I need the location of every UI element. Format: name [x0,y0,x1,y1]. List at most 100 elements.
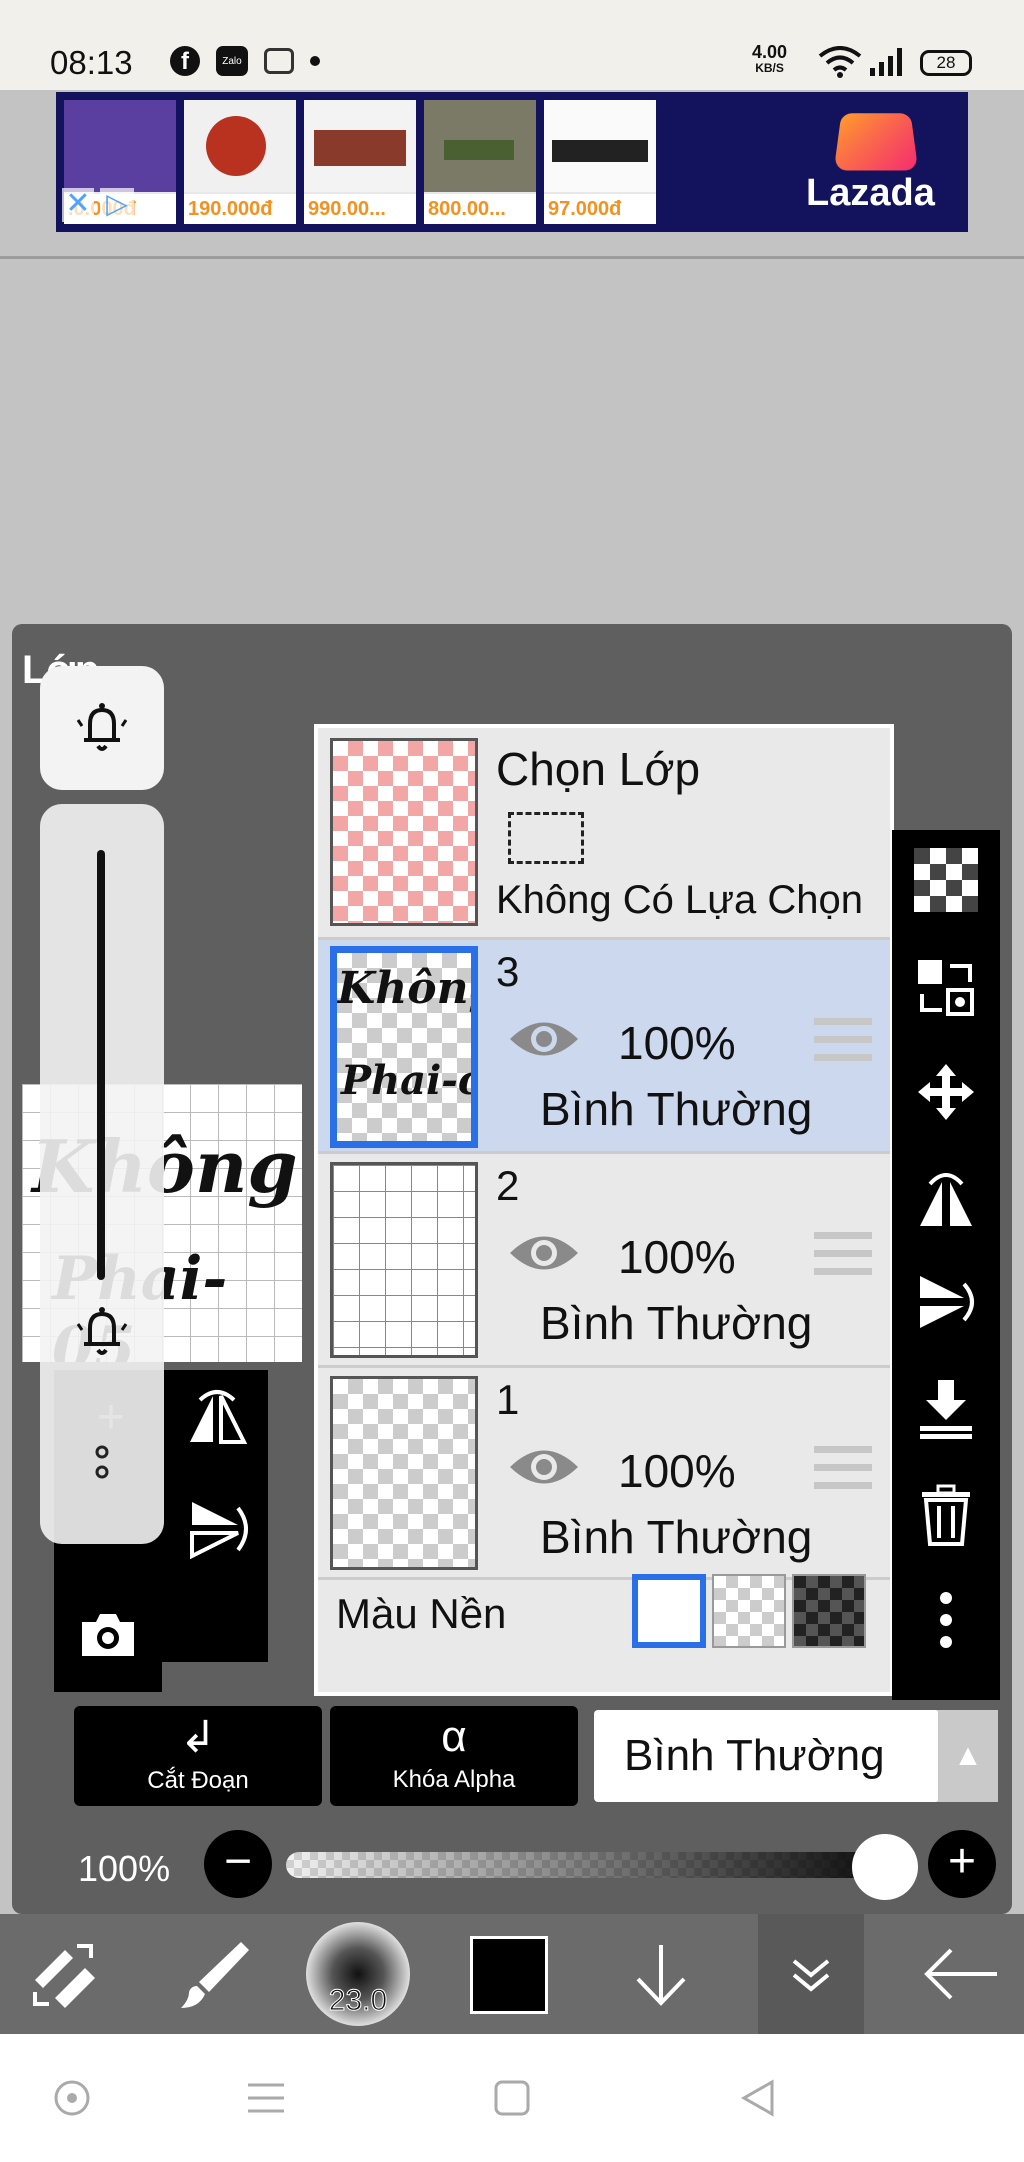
alpha-lock-button[interactable]: α Khóa Alpha [330,1706,578,1806]
background-light-checker-option[interactable] [712,1574,786,1648]
merge-down-icon [920,1380,972,1439]
notification-bell-button[interactable] [40,666,164,790]
menu-icon [248,2083,284,2113]
notification-volume-slider[interactable] [40,804,164,1544]
nav-assistant-button[interactable] [42,2072,102,2124]
flip-vertical-button[interactable] [892,1262,1000,1342]
eye-icon[interactable] [508,1016,580,1062]
arrow-left-icon [924,1948,997,2000]
more-icon[interactable] [40,1444,164,1484]
drag-handle-icon[interactable] [814,1018,872,1062]
layer-blend-mode: Bình Thường [540,1083,813,1135]
transform-layer-icon [918,960,974,1016]
layer-thumbnail [330,1162,478,1358]
bell-icon [40,1304,164,1371]
merge-down-button[interactable] [892,1368,1000,1448]
delete-layer-button[interactable] [892,1474,1000,1554]
slider-track[interactable] [97,850,105,1280]
layer-number: 3 [496,948,520,995]
nav-home-button[interactable] [482,2072,542,2124]
zalo-icon: Zalo [216,46,248,76]
ad-price: 990.00... [304,194,416,224]
blend-mode-arrow-icon[interactable]: ▲ [938,1710,998,1802]
notification-icon [264,48,294,74]
layer-row-1[interactable]: 1 100% Bình Thường [318,1368,890,1580]
flip-horizontal-button[interactable] [892,1158,1000,1238]
background-white-option[interactable] [632,1574,706,1648]
ad-banner[interactable]: .0.000đ 190.000đ 990.00... 800.00... 97.… [56,92,968,232]
more-options-button[interactable] [892,1580,1000,1660]
opacity-value-label: 100% [78,1848,171,1889]
layer-tools-toolbar [892,830,1000,1700]
back-button[interactable] [906,1914,1016,2034]
status-app-icons: f Zalo [170,46,320,76]
color-swatch[interactable] [470,1936,548,2014]
net-speed-value: 4.00 [752,42,788,62]
delete-icon [922,1484,970,1546]
drag-handle-icon[interactable] [814,1446,872,1490]
clipping-button[interactable]: ↲ Cắt Đoạn [74,1706,322,1806]
pen-eraser-swap-icon [33,1944,95,2008]
ad-info-icon[interactable]: ▷ [100,188,134,222]
dot-icon [310,56,320,66]
brush-size-indicator[interactable]: 23.0 [306,1922,410,2026]
background-color-label: Màu Nền [336,1590,507,1637]
layer-list: Chọn Lớp Không Có Lựa Chọn Không Phai-c … [314,724,894,1696]
arrow-down-icon [636,1945,686,2006]
triangle-back-icon [740,2079,774,2117]
flip-vertical-icon [190,1502,248,1560]
camera-icon [82,1614,134,1656]
move-layer-button[interactable] [892,1052,1000,1132]
camera-button[interactable] [54,1582,162,1692]
ad-product-5[interactable]: 97.000đ [544,100,656,224]
brush-tool-button[interactable] [160,1914,270,2034]
selection-layer-row[interactable]: Chọn Lớp Không Có Lựa Chọn [318,728,890,940]
eye-icon[interactable] [508,1444,580,1490]
status-time: 08:13 [50,44,133,81]
layer-row-2[interactable]: 2 100% Bình Thường [318,1154,890,1368]
ad-product-3[interactable]: 990.00... [304,100,416,224]
bottom-toolbar: 23.0 [0,1914,1024,2034]
selection-thumbnail [330,738,478,926]
drag-handle-icon[interactable] [814,1232,872,1276]
copy-layer-button[interactable] [892,948,1000,1028]
new-layer-button[interactable] [892,840,1000,920]
more-icon [940,1592,952,1648]
lazada-logo: Lazada [746,110,946,220]
opacity-slider[interactable] [286,1852,916,1878]
eye-icon[interactable] [508,1230,580,1276]
ad-price: 800.00... [424,194,536,224]
layers-button[interactable] [758,1914,864,2034]
layer-opacity: 100% [618,1017,736,1069]
transform-tool-button[interactable] [10,1914,120,2034]
nav-back-button[interactable] [728,2072,788,2124]
background-dark-checker-option[interactable] [792,1574,866,1648]
layer-opacity: 100% [618,1445,736,1497]
status-bar: 08:13 f Zalo 4.00 KB/S 28 [0,0,1024,90]
ad-product-4[interactable]: 800.00... [424,100,536,224]
move-down-button[interactable] [608,1914,714,2034]
battery-icon: 28 [920,50,972,76]
selection-marquee-icon [508,812,584,864]
alpha-lock-label: Khóa Alpha [392,1766,516,1793]
clipping-icon: ↲ [179,1713,217,1762]
thumb-text-1: Không [337,963,471,1014]
net-speed-unit: KB/S [755,61,784,75]
flip-horizontal-button[interactable] [174,1384,260,1464]
opacity-decrease-button[interactable]: − [204,1830,272,1898]
ad-close-icon[interactable]: ✕ [62,188,94,222]
blend-mode-select[interactable]: Bình Thường [594,1710,940,1802]
flip-vertical-button[interactable] [174,1494,260,1574]
layer-row-3[interactable]: Không Phai-c 3 100% Bình Thường [318,940,890,1154]
layer-number: 2 [496,1162,520,1209]
flip-horizontal-icon [190,1390,248,1444]
layer-thumbnail [330,1376,478,1570]
opacity-increase-button[interactable]: + [928,1830,996,1898]
flip-vertical-icon [920,1276,974,1328]
selection-title: Chọn Lớp [496,743,701,795]
nav-menu-button[interactable] [236,2072,296,2124]
flip-horizontal-icon [920,1173,972,1226]
ad-product-2[interactable]: 190.000đ [184,100,296,224]
opacity-slider-knob[interactable] [852,1834,918,1900]
bell-icon [76,703,128,751]
